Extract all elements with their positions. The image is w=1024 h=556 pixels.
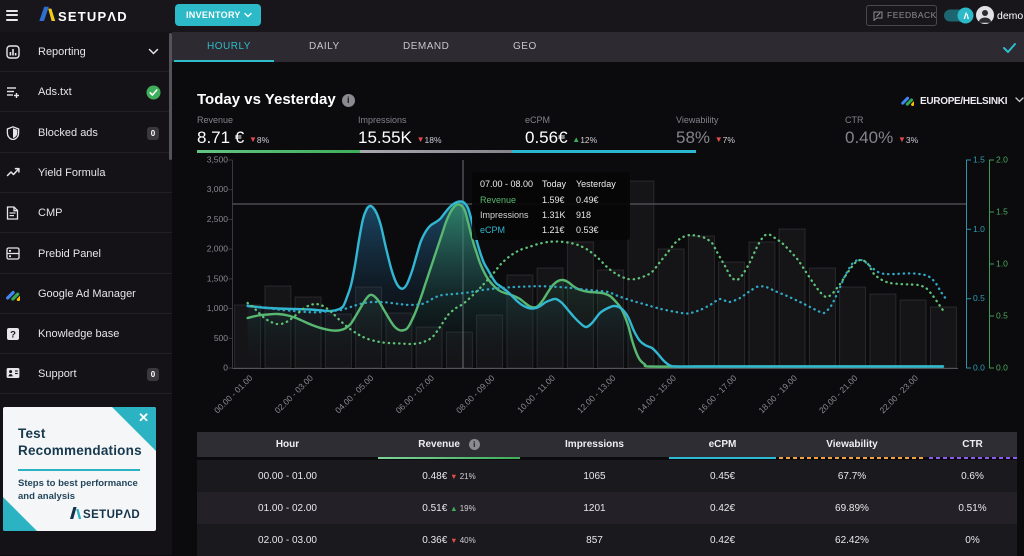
svg-text:Today: Today [542, 179, 567, 189]
svg-text:0.0: 0.0 [973, 363, 985, 373]
svg-text:07.00 - 08.00: 07.00 - 08.00 [480, 179, 533, 189]
svg-text:1.59€: 1.59€ [542, 195, 565, 205]
svg-text:3,000: 3,000 [207, 184, 229, 194]
svg-text:Revenue: Revenue [480, 195, 516, 205]
svg-text:14.00 - 15.00: 14.00 - 15.00 [636, 373, 679, 416]
svg-text:1.0: 1.0 [996, 259, 1008, 269]
svg-text:1.5: 1.5 [996, 207, 1008, 217]
svg-text:06.00 - 07.00: 06.00 - 07.00 [394, 373, 437, 416]
svg-text:918: 918 [576, 210, 591, 220]
svg-text:0: 0 [223, 363, 228, 373]
svg-text:1.5: 1.5 [973, 155, 985, 165]
svg-text:eCPM: eCPM [480, 225, 505, 235]
svg-text:Impressions: Impressions [480, 210, 529, 220]
svg-text:SETUPΛD: SETUPΛD [83, 509, 140, 520]
svg-text:22.00 - 23.00: 22.00 - 23.00 [878, 373, 921, 416]
svg-text:1.0: 1.0 [973, 224, 985, 234]
svg-text:0.49€: 0.49€ [576, 195, 599, 205]
svg-text:20.00 - 21.00: 20.00 - 21.00 [817, 373, 860, 416]
svg-text:?: ? [10, 330, 16, 341]
svg-text:18.00 - 19.00: 18.00 - 19.00 [757, 373, 800, 416]
svg-text:04.00 - 05.00: 04.00 - 05.00 [333, 373, 376, 416]
svg-text:02.00 - 03.00: 02.00 - 03.00 [273, 373, 316, 416]
svg-text:2.0: 2.0 [996, 155, 1008, 165]
svg-text:0.5: 0.5 [996, 311, 1008, 321]
svg-text:Yesterday: Yesterday [576, 179, 616, 189]
svg-text:2,000: 2,000 [207, 244, 229, 254]
svg-text:00.00 - 01.00: 00.00 - 01.00 [212, 373, 255, 416]
svg-text:3,500: 3,500 [207, 155, 229, 165]
svg-text:16.00 - 17.00: 16.00 - 17.00 [696, 373, 739, 416]
svg-text:2,500: 2,500 [207, 214, 229, 224]
svg-text:1,500: 1,500 [207, 273, 229, 283]
svg-text:1.21€: 1.21€ [542, 225, 565, 235]
svg-text:0.5: 0.5 [973, 293, 985, 303]
svg-text:500: 500 [214, 333, 228, 343]
svg-text:12.00 - 13.00: 12.00 - 13.00 [575, 373, 618, 416]
svg-text:10.00 - 11.00: 10.00 - 11.00 [515, 373, 557, 415]
svg-text:08.00 - 09.00: 08.00 - 09.00 [454, 373, 497, 416]
svg-text:1,000: 1,000 [207, 303, 229, 313]
svg-text:1.31K: 1.31K [542, 210, 566, 220]
svg-text:0.53€: 0.53€ [576, 225, 599, 235]
svg-text:0.0: 0.0 [996, 363, 1008, 373]
